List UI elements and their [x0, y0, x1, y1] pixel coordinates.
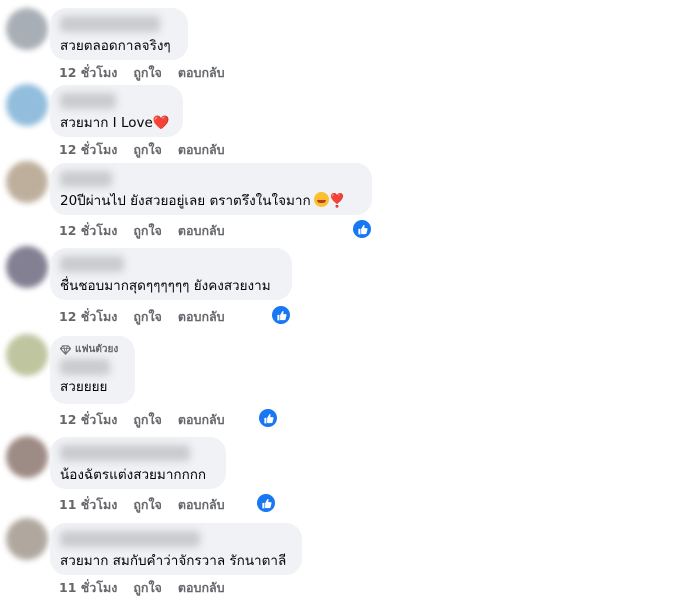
like-link[interactable]: ถูกใจ	[133, 578, 162, 598]
comment-text: สวยตลอดกาลจริงๆ	[60, 38, 171, 54]
comment-text: น้องฉัตรแต่งสวยมากกกก	[60, 467, 207, 483]
comment-bubble: สวยมาก สมกับคำว่าจักรวาล รักนาตาลี	[50, 523, 302, 575]
comment-bubble: สวยตลอดกาลจริงๆ	[50, 8, 188, 60]
avatar[interactable]	[6, 436, 48, 478]
diamond-icon	[60, 344, 71, 355]
reply-link[interactable]: ตอบกลับ	[178, 307, 225, 327]
previous-comment-edge	[0, 0, 160, 3]
comment-bubble: 20ปีผ่านไป ยังสวยอยู่เลย ตราตรึงในใจมาก ❣…	[50, 163, 372, 215]
like-link[interactable]: ถูกใจ	[133, 140, 162, 160]
author-name-blurred[interactable]	[60, 16, 160, 32]
comment-time[interactable]: 12 ชั่วโมง	[59, 221, 117, 241]
like-link[interactable]: ถูกใจ	[133, 63, 162, 83]
like-link[interactable]: ถูกใจ	[133, 221, 162, 241]
like-reaction-icon[interactable]	[272, 306, 290, 324]
comment-text: ชื่นชอบมากสุดๆๆๆๆๆๆ ยังคงสวยงาม	[60, 278, 271, 294]
avatar[interactable]	[6, 246, 48, 288]
comment-bubble: สวยมาก I Love❤️	[50, 85, 183, 137]
avatar[interactable]	[6, 8, 48, 50]
like-reaction-icon[interactable]	[257, 494, 275, 512]
author-name-blurred[interactable]	[60, 531, 200, 547]
reply-link[interactable]: ตอบกลับ	[178, 63, 225, 83]
top-fan-badge: แฟนตัวยง	[60, 342, 125, 357]
comment-time[interactable]: 11 ชั่วโมง	[59, 578, 117, 598]
comment-bubble: น้องฉัตรแต่งสวยมากกกก	[50, 437, 226, 489]
comment-actions: 12 ชั่วโมง ถูกใจ ตอบกลับ	[59, 221, 225, 241]
comment-text: สวยยยย	[60, 379, 108, 395]
like-link[interactable]: ถูกใจ	[133, 307, 162, 327]
author-name-blurred[interactable]	[60, 93, 116, 109]
comment-text: 20ปีผ่านไป ยังสวยอยู่เลย ตราตรึงในใจมาก ❣…	[60, 192, 346, 209]
comment-time[interactable]: 12 ชั่วโมง	[59, 63, 117, 83]
like-link[interactable]: ถูกใจ	[133, 410, 162, 430]
comment-actions: 12 ชั่วโมง ถูกใจ ตอบกลับ	[59, 63, 225, 83]
like-reaction-icon[interactable]	[259, 409, 277, 427]
reply-link[interactable]: ตอบกลับ	[178, 578, 225, 598]
comment-actions: 11 ชั่วโมง ถูกใจ ตอบกลับ	[59, 495, 225, 515]
reply-link[interactable]: ตอบกลับ	[178, 221, 225, 241]
like-reaction-icon[interactable]	[353, 220, 371, 238]
heart-emoji: ❤️	[152, 115, 170, 131]
heart-exclamation-emoji: ❣️	[328, 193, 346, 209]
comment-actions: 12 ชั่วโมง ถูกใจ ตอบกลับ	[59, 307, 225, 327]
author-name-blurred[interactable]	[60, 445, 190, 461]
avatar[interactable]	[6, 84, 48, 126]
comment-time[interactable]: 12 ชั่วโมง	[59, 140, 117, 160]
comment-time[interactable]: 11 ชั่วโมง	[59, 495, 117, 515]
comment-bubble: แฟนตัวยง สวยยยย	[50, 336, 135, 404]
avatar[interactable]	[6, 518, 48, 560]
comment-actions: 11 ชั่วโมง ถูกใจ ตอบกลับ	[59, 578, 225, 598]
reply-link[interactable]: ตอบกลับ	[178, 410, 225, 430]
like-link[interactable]: ถูกใจ	[133, 495, 162, 515]
avatar[interactable]	[6, 334, 48, 376]
author-name-blurred[interactable]	[60, 359, 110, 375]
blush-emoji	[313, 192, 329, 207]
author-name-blurred[interactable]	[60, 256, 124, 272]
reply-link[interactable]: ตอบกลับ	[178, 140, 225, 160]
avatar[interactable]	[6, 161, 48, 203]
comment-bubble: ชื่นชอบมากสุดๆๆๆๆๆๆ ยังคงสวยงาม	[50, 248, 292, 300]
comment-text: สวยมาก I Love❤️	[60, 115, 170, 131]
comment-actions: 12 ชั่วโมง ถูกใจ ตอบกลับ	[59, 410, 225, 430]
comment-time[interactable]: 12 ชั่วโมง	[59, 410, 117, 430]
badge-label: แฟนตัวยง	[75, 344, 119, 355]
comment-time[interactable]: 12 ชั่วโมง	[59, 307, 117, 327]
comment-thread: สวยตลอดกาลจริงๆ 12 ชั่วโมง ถูกใจ ตอบกลับ…	[0, 0, 689, 600]
reply-link[interactable]: ตอบกลับ	[178, 495, 225, 515]
comment-text: สวยมาก สมกับคำว่าจักรวาล รักนาตาลี	[60, 553, 287, 569]
author-name-blurred[interactable]	[60, 171, 112, 187]
comment-actions: 12 ชั่วโมง ถูกใจ ตอบกลับ	[59, 140, 225, 160]
